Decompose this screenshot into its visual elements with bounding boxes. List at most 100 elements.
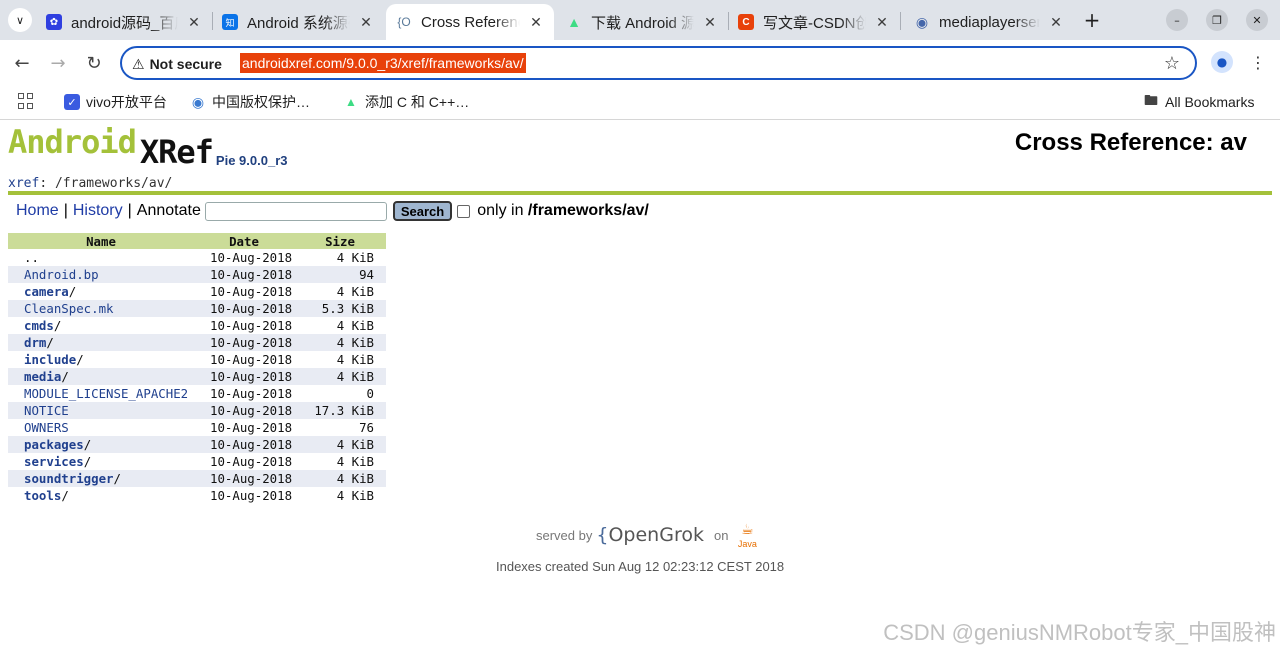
column-header-name[interactable]: Name — [8, 233, 194, 249]
search-button[interactable]: Search — [392, 201, 453, 221]
close-icon[interactable]: ✕ — [184, 12, 204, 32]
cell-name: drm/ — [8, 334, 194, 351]
new-tab-button[interactable]: + — [1080, 8, 1104, 32]
table-row: Android.bp 10-Aug-2018 94 — [8, 266, 386, 283]
nav-separator: | — [127, 202, 132, 219]
directory-link[interactable]: cmds — [24, 318, 54, 333]
breadcrumb-xref-link[interactable]: xref — [8, 176, 39, 191]
close-icon[interactable]: ✕ — [526, 12, 546, 32]
file-link[interactable]: CleanSpec.mk — [24, 301, 114, 316]
home-link[interactable]: Home — [16, 202, 59, 220]
directory-link[interactable]: media — [24, 369, 61, 384]
java-logo-icon: ☕ Java — [737, 522, 757, 549]
file-link[interactable]: Android.bp — [24, 267, 99, 282]
file-link[interactable]: OWNERS — [24, 420, 69, 435]
file-link[interactable]: NOTICE — [24, 403, 69, 418]
bookmark-c-cpp[interactable]: ▲ 添加 C 和 C++… — [343, 91, 469, 113]
bookmark-star-button[interactable]: ☆ — [1161, 52, 1183, 74]
apps-grid-icon[interactable] — [18, 93, 34, 109]
cell-name: OWNERS — [8, 419, 194, 436]
parent-directory-link[interactable]: .. — [24, 250, 39, 265]
close-window-button[interactable]: ✕ — [1246, 9, 1268, 31]
tab-title: Android 系统源码 — [247, 14, 350, 32]
cell-date: 10-Aug-2018 — [194, 402, 294, 419]
tab-download-android[interactable]: ▲ 下载 Android 源码 ✕ — [556, 4, 728, 40]
only-in-checkbox[interactable] — [457, 204, 471, 218]
column-header-size[interactable]: Size — [294, 233, 386, 249]
profile-button[interactable]: ● — [1211, 51, 1233, 73]
close-icon[interactable]: ✕ — [700, 12, 720, 32]
tab-csdn-write[interactable]: C 写文章-CSDN创作中心 ✕ — [728, 4, 900, 40]
cell-name: include/ — [8, 351, 194, 368]
cell-size: 4 KiB — [336, 284, 374, 299]
browser-menu-button[interactable]: ⋮ — [1248, 51, 1268, 73]
opengrok-icon: {O — [397, 15, 411, 29]
tab-android-baidu[interactable]: ✿ android源码_百度搜索 ✕ — [36, 4, 212, 40]
cell-size: 4 KiB — [336, 250, 374, 265]
search-input[interactable] — [204, 201, 387, 221]
cell-date: 10-Aug-2018 — [210, 250, 293, 265]
annotate-label[interactable]: Annotate — [137, 202, 201, 220]
tab-title: android源码_百度搜索 — [71, 14, 178, 32]
cell-date: 10-Aug-2018 — [194, 266, 294, 283]
directory-slash: / — [46, 335, 54, 350]
directory-link[interactable]: camera — [24, 284, 69, 299]
address-bar[interactable]: ⚠ Not secure androidxref.com/9.0.0_r3/xr… — [120, 46, 1197, 80]
android-icon: ▲ — [345, 95, 357, 109]
breadcrumb: xref: /frameworks/av/ — [8, 176, 172, 191]
tab-search-button[interactable]: ∨ — [8, 8, 32, 32]
bookmark-label: vivo开放平台 — [86, 94, 167, 110]
android-icon: ▲ — [567, 14, 581, 30]
tab-android-system-source[interactable]: 知 Android 系统源码 ✕ — [212, 4, 384, 40]
vivo-check-icon: ✓ — [64, 94, 80, 110]
cell-size: 17.3 KiB — [294, 402, 386, 419]
table-row: .. 10-Aug-2018 4 KiB — [8, 249, 386, 266]
forward-button[interactable]: → — [44, 49, 72, 77]
star-icon: ☆ — [1163, 52, 1181, 74]
served-by-label: served by — [536, 527, 593, 543]
table-row: tools/10-Aug-2018 4 KiB — [8, 487, 386, 504]
directory-link[interactable]: include — [24, 352, 76, 367]
restore-button[interactable]: ❐ — [1206, 9, 1228, 31]
globe-icon: ◉ — [191, 93, 205, 110]
table-row: NOTICE 10-Aug-2018 17.3 KiB — [8, 402, 386, 419]
directory-link[interactable]: packages — [24, 437, 84, 452]
tab-title: mediaplayerservice — [939, 13, 1040, 31]
all-bookmarks-label: All Bookmarks — [1165, 94, 1255, 110]
minimize-icon: – — [1174, 13, 1180, 27]
directory-link[interactable]: services — [24, 454, 84, 469]
opengrok-badge[interactable]: served by {OpenGrok on ☕ Java — [536, 513, 758, 557]
cell-size: 4 KiB — [336, 488, 374, 503]
close-icon[interactable]: ✕ — [1046, 12, 1066, 32]
cell-name: packages/ — [8, 436, 194, 453]
back-button[interactable]: ← — [8, 49, 36, 77]
directory-link[interactable]: tools — [24, 488, 61, 503]
cell-date: 10-Aug-2018 — [210, 318, 293, 333]
tab-cross-reference[interactable]: {O Cross Reference: av ✕ — [386, 4, 554, 40]
all-bookmarks-button[interactable]: 🖿 All Bookmarks — [1143, 91, 1254, 113]
cell-name: NOTICE — [8, 402, 194, 419]
bookmark-copyright[interactable]: ◉ 中国版权保护… — [190, 91, 310, 113]
table-row: cmds/10-Aug-2018 4 KiB — [8, 317, 386, 334]
close-icon[interactable]: ✕ — [356, 12, 376, 32]
person-icon: ● — [1216, 55, 1228, 69]
column-header-date[interactable]: Date — [194, 233, 294, 249]
url-text[interactable]: androidxref.com/9.0.0_r3/xref/frameworks… — [240, 53, 526, 73]
directory-link[interactable]: soundtrigger — [24, 471, 114, 486]
cell-size: 4 KiB — [336, 454, 374, 469]
security-indicator[interactable]: ⚠ Not secure — [132, 54, 222, 74]
table-row: MODULE_LICENSE_APACHE2 10-Aug-2018 0 — [8, 385, 386, 402]
minimize-button[interactable]: – — [1166, 9, 1188, 31]
bookmark-vivo[interactable]: ✓ vivo开放平台 — [64, 91, 167, 113]
tab-strip: ∨ ✿ android源码_百度搜索 ✕ 知 Android 系统源码 ✕ {O… — [0, 0, 1280, 40]
close-icon[interactable]: ✕ — [872, 12, 892, 32]
cell-size: 5.3 KiB — [294, 300, 386, 317]
history-link[interactable]: History — [73, 202, 123, 220]
tab-mediaplayerservice[interactable]: ◉ mediaplayerservice ✕ — [904, 4, 1074, 40]
file-link[interactable]: MODULE_LICENSE_APACHE2 — [24, 386, 188, 401]
directory-slash: / — [113, 471, 121, 486]
androidxref-logo[interactable]: Android XRef Pie 9.0.0_r3 — [8, 123, 287, 171]
globe-icon: ◉ — [915, 13, 929, 30]
reload-button[interactable]: ↻ — [80, 49, 108, 77]
directory-link[interactable]: drm — [24, 335, 46, 350]
